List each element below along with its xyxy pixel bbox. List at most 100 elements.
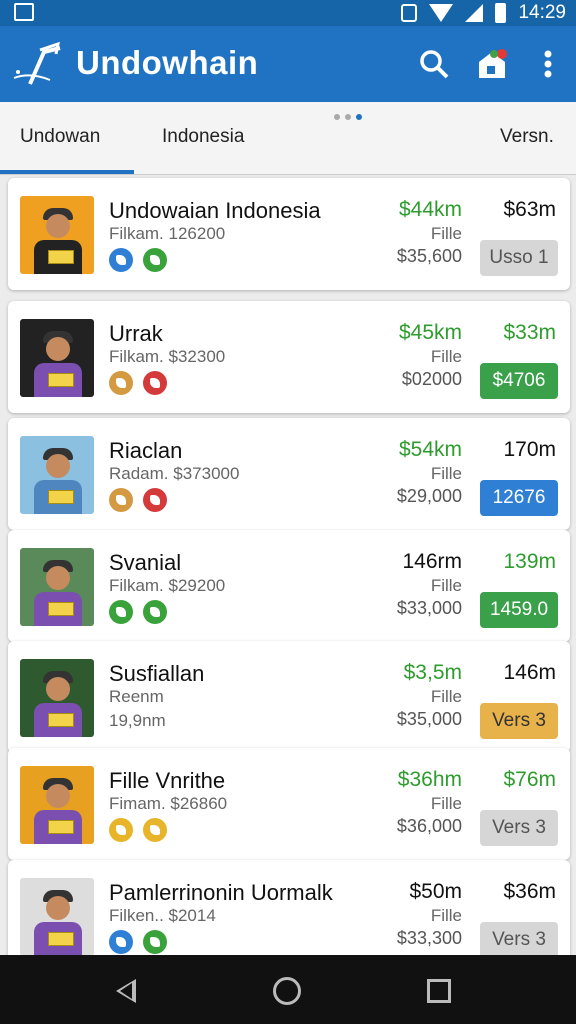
item-value-primary: 146rm: [402, 550, 462, 573]
category-icon: [109, 488, 133, 512]
list-item[interactable]: Undowaian Indonesia Filkam. 126200 $44km…: [8, 178, 570, 290]
thumbnail-image: [20, 196, 94, 274]
item-title: Undowaian Indonesia: [109, 198, 321, 223]
clock: 14:29: [518, 2, 566, 23]
item-title: Fille Vnrithe: [109, 768, 226, 793]
notification-bag-icon[interactable]: [474, 46, 510, 82]
item-action-button[interactable]: Vers 3: [480, 922, 558, 958]
item-value-secondary: 139m: [503, 550, 556, 573]
item-file-label: Fille: [430, 906, 462, 925]
item-file-label: Fille: [430, 687, 462, 706]
category-icon: [109, 248, 133, 272]
item-icons: [109, 488, 167, 512]
item-value-primary: $54km: [398, 438, 462, 461]
category-icon: [143, 248, 167, 272]
list-item[interactable]: Urrak Filkam. $32300 $45km Fille $02000 …: [8, 301, 570, 413]
item-action-button[interactable]: Vers 3: [480, 703, 558, 739]
thumbnail-image: [20, 319, 94, 397]
item-value-primary: $50m: [409, 880, 462, 903]
item-title: Riaclan: [109, 438, 183, 463]
category-icon: [109, 371, 133, 395]
list-item[interactable]: Svanial Filkam. $29200 146rm Fille $33,0…: [8, 530, 570, 642]
item-icons: [109, 371, 167, 395]
item-title: Urrak: [109, 321, 163, 346]
item-price: $29,000: [396, 486, 462, 506]
item-subtitle: Filkam. $32300: [109, 347, 226, 366]
item-file-label: Fille: [430, 464, 462, 483]
app-title: Undowhain: [76, 44, 259, 81]
item-subtitle: Filkam. 126200: [109, 224, 226, 243]
tab-indonesia[interactable]: Indonesia: [162, 126, 244, 148]
item-file-label: Fille: [430, 576, 462, 595]
thumbnail-image: [20, 766, 94, 844]
category-icon: [143, 488, 167, 512]
item-icons: [109, 600, 167, 624]
item-icons: [109, 818, 167, 842]
category-icon: [143, 600, 167, 624]
item-subtitle: Filkam. $29200: [109, 576, 226, 595]
page-indicator: [334, 114, 362, 120]
tab-bar: Undowan Indonesia Versn.: [0, 102, 576, 175]
item-value-secondary: 170m: [503, 438, 556, 461]
item-title: Pamlerrinonin Uormalk: [109, 880, 333, 905]
item-value-primary: $44km: [398, 198, 462, 221]
thumbnail-image: [20, 548, 94, 626]
item-price: $35,000: [396, 709, 462, 729]
item-subtitle: Radam. $373000: [109, 464, 240, 483]
item-value-secondary: $63m: [503, 198, 556, 221]
item-value-primary: $36hm: [397, 768, 462, 791]
list-item[interactable]: Susfiallan Reenm 19,9nm $3,5m Fille $35,…: [8, 641, 570, 753]
item-value-secondary: $36m: [503, 880, 556, 903]
app-logo-icon: [13, 41, 61, 85]
item-file-label: Fille: [430, 224, 462, 243]
item-price: $35,600: [396, 246, 462, 266]
item-action-button[interactable]: Usso 1: [480, 240, 558, 276]
item-price: $36,000: [396, 816, 462, 836]
wifi-icon: [429, 4, 454, 22]
category-icon: [143, 371, 167, 395]
item-value-primary: $45km: [398, 321, 462, 344]
category-icon: [109, 930, 133, 954]
item-subtitle: Reenm: [109, 687, 164, 706]
signal-icon: [465, 4, 484, 22]
recents-icon[interactable]: [427, 979, 451, 1003]
item-title: Svanial: [109, 550, 182, 575]
back-icon[interactable]: [116, 979, 136, 1003]
app-bar: Undowhain: [0, 26, 576, 102]
item-action-button[interactable]: $4706: [480, 363, 558, 399]
item-icons: [109, 930, 167, 954]
item-file-label: Fille: [430, 347, 462, 366]
item-value-primary: $3,5m: [403, 661, 462, 684]
list-item[interactable]: Fille Vnrithe Fimam. $26860 $36hm Fille …: [8, 748, 570, 860]
tab-versn[interactable]: Versn.: [500, 126, 554, 148]
category-icon: [109, 600, 133, 624]
thumbnail-image: [20, 878, 94, 956]
category-icon: [109, 818, 133, 842]
item-value-secondary: $33m: [503, 321, 556, 344]
item-subtitle: Fimam. $26860: [109, 794, 228, 813]
item-subtitle-2: 19,9nm: [109, 711, 166, 730]
category-icon: [143, 818, 167, 842]
gallery-icon: [14, 3, 34, 21]
tab-selected-indicator: [0, 170, 134, 174]
item-value-secondary: $76m: [503, 768, 556, 791]
item-file-label: Fille: [430, 794, 462, 813]
status-bar: 14:29: [0, 0, 576, 26]
system-nav-bar: [0, 955, 576, 1024]
item-action-button[interactable]: 12676: [480, 480, 558, 516]
thumbnail-image: [20, 436, 94, 514]
tab-undowan[interactable]: Undowan: [20, 126, 100, 148]
list-item[interactable]: Riaclan Radam. $373000 $54km Fille $29,0…: [8, 418, 570, 530]
item-subtitle: Filken.. $2014: [109, 906, 216, 925]
search-icon[interactable]: [416, 46, 452, 82]
item-price: $33,000: [396, 598, 462, 618]
category-icon: [143, 930, 167, 954]
thumbnail-image: [20, 659, 94, 737]
item-price: $02000: [401, 369, 462, 389]
item-icons: [109, 248, 167, 272]
overflow-menu-icon[interactable]: [530, 46, 566, 82]
item-action-button[interactable]: Vers 3: [480, 810, 558, 846]
item-action-button[interactable]: 1459.0: [480, 592, 558, 628]
home-icon[interactable]: [273, 977, 301, 1005]
battery-icon: [495, 3, 507, 23]
